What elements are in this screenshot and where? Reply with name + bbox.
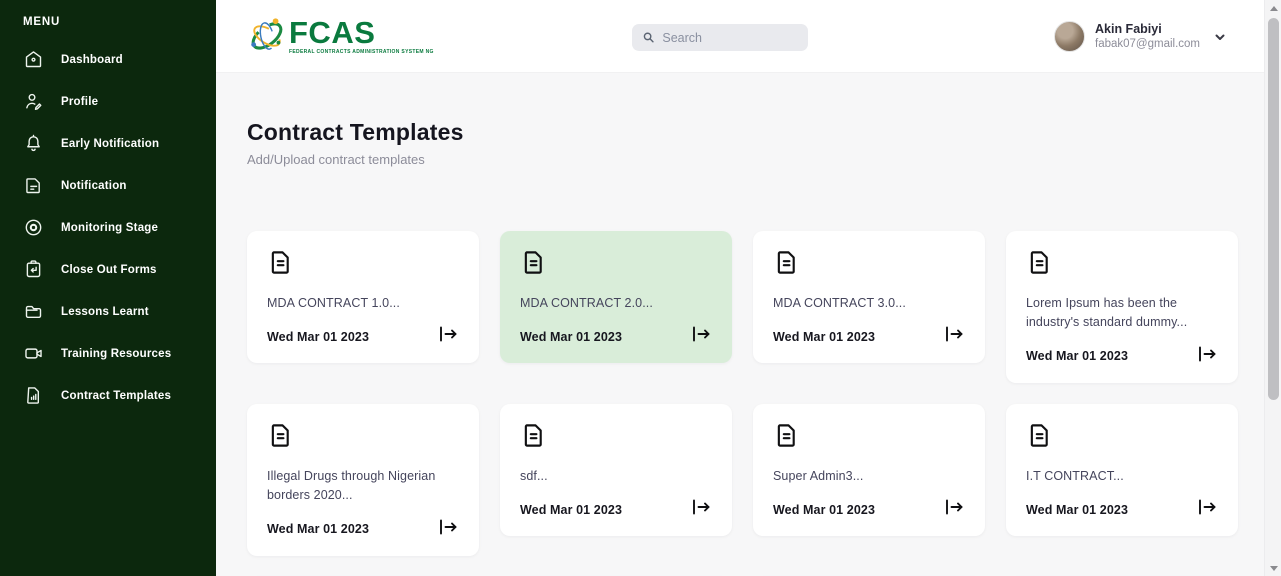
sidebar-item-label: Profile [61, 96, 98, 108]
logo-text: FCAS [289, 17, 434, 48]
card-date: Wed Mar 01 2023 [520, 503, 622, 517]
open-arrow-icon[interactable] [691, 499, 712, 520]
sidebar: MENU Dashboard Profile Early Notificatio… [0, 0, 216, 576]
template-card[interactable]: Super Admin3... Wed Mar 01 2023 [753, 404, 985, 536]
card-date: Wed Mar 01 2023 [1026, 503, 1128, 517]
sidebar-item-notification[interactable]: Notification [23, 175, 206, 196]
avatar[interactable] [1054, 21, 1085, 52]
user-edit-icon [23, 91, 44, 112]
menu-label: MENU [23, 16, 206, 28]
document-icon [267, 263, 294, 280]
sidebar-item-lessons-learnt[interactable]: Lessons Learnt [23, 301, 206, 322]
open-arrow-icon[interactable] [691, 326, 712, 347]
document-icon [520, 436, 547, 453]
template-card[interactable]: Illegal Drugs through Nigerian borders 2… [247, 404, 479, 556]
sidebar-nav: Dashboard Profile Early Notification Not… [23, 49, 206, 406]
template-card[interactable]: sdf... Wed Mar 01 2023 [500, 404, 732, 536]
search-bar[interactable] [632, 24, 808, 51]
sidebar-item-contract-templates[interactable]: Contract Templates [23, 385, 206, 406]
card-date: Wed Mar 01 2023 [773, 330, 875, 344]
sidebar-item-monitoring-stage[interactable]: Monitoring Stage [23, 217, 206, 238]
sidebar-item-label: Close Out Forms [61, 264, 157, 276]
page-subtitle: Add/Upload contract templates [247, 152, 1251, 167]
card-title: sdf... [520, 467, 712, 486]
page-title: Contract Templates [247, 119, 1251, 146]
sidebar-item-label: Notification [61, 180, 127, 192]
open-arrow-icon[interactable] [438, 326, 459, 347]
card-title: Illegal Drugs through Nigerian borders 2… [267, 467, 459, 506]
top-header: FCAS FEDERAL CONTRACTS ADMINISTRATION SY… [216, 0, 1281, 73]
document-icon [773, 263, 800, 280]
card-title: MDA CONTRACT 1.0... [267, 294, 459, 313]
card-title: I.T CONTRACT... [1026, 467, 1218, 486]
chevron-down-icon[interactable] [1214, 30, 1226, 42]
template-card[interactable]: I.T CONTRACT... Wed Mar 01 2023 [1006, 404, 1238, 536]
video-camera-icon [23, 343, 44, 364]
sidebar-item-label: Monitoring Stage [61, 222, 158, 234]
user-name: Akin Fabiyi [1095, 22, 1200, 36]
document-chart-icon [23, 385, 44, 406]
sidebar-item-label: Dashboard [61, 54, 123, 66]
template-card-grid: MDA CONTRACT 1.0... Wed Mar 01 2023 MDA … [247, 231, 1251, 576]
main-area: FCAS FEDERAL CONTRACTS ADMINISTRATION SY… [216, 0, 1281, 576]
vertical-scrollbar[interactable] [1264, 0, 1281, 576]
card-title: Super Admin3... [773, 467, 965, 486]
scroll-up-icon[interactable] [1265, 0, 1281, 16]
search-input[interactable] [662, 31, 797, 45]
open-arrow-icon[interactable] [1197, 499, 1218, 520]
sidebar-item-profile[interactable]: Profile [23, 91, 206, 112]
card-title: Lorem Ipsum has been the industry's stan… [1026, 294, 1218, 333]
clipboard-return-icon [23, 259, 44, 280]
card-date: Wed Mar 01 2023 [520, 330, 622, 344]
open-arrow-icon[interactable] [944, 326, 965, 347]
sidebar-item-label: Training Resources [61, 348, 171, 360]
document-icon [1026, 263, 1053, 280]
search-icon [643, 31, 654, 44]
document-icon [520, 263, 547, 280]
open-arrow-icon[interactable] [1197, 346, 1218, 367]
content-area: Contract Templates Add/Upload contract t… [216, 73, 1281, 576]
sidebar-item-close-out-forms[interactable]: Close Out Forms [23, 259, 206, 280]
card-date: Wed Mar 01 2023 [267, 522, 369, 536]
template-card[interactable]: MDA CONTRACT 2.0... Wed Mar 01 2023 [500, 231, 732, 363]
fcas-logo[interactable]: FCAS FEDERAL CONTRACTS ADMINISTRATION SY… [246, 15, 434, 57]
bell-icon [23, 133, 44, 154]
card-date: Wed Mar 01 2023 [267, 330, 369, 344]
eye-icon [23, 217, 44, 238]
document-icon [773, 436, 800, 453]
folder-icon [23, 301, 44, 322]
sidebar-item-dashboard[interactable]: Dashboard [23, 49, 206, 70]
fcas-orbit-icon [246, 15, 288, 57]
card-title: MDA CONTRACT 3.0... [773, 294, 965, 313]
document-icon [267, 436, 294, 453]
template-card[interactable]: Lorem Ipsum has been the industry's stan… [1006, 231, 1238, 383]
scrollbar-thumb[interactable] [1268, 18, 1279, 400]
sidebar-item-training-resources[interactable]: Training Resources [23, 343, 206, 364]
note-icon [23, 175, 44, 196]
sidebar-item-early-notification[interactable]: Early Notification [23, 133, 206, 154]
template-card[interactable]: MDA CONTRACT 3.0... Wed Mar 01 2023 [753, 231, 985, 363]
open-arrow-icon[interactable] [438, 519, 459, 540]
open-arrow-icon[interactable] [944, 499, 965, 520]
sidebar-item-label: Early Notification [61, 138, 159, 150]
sidebar-item-label: Lessons Learnt [61, 306, 149, 318]
document-icon [1026, 436, 1053, 453]
sidebar-item-label: Contract Templates [61, 390, 171, 402]
template-card[interactable]: MDA CONTRACT 1.0... Wed Mar 01 2023 [247, 231, 479, 363]
home-icon [23, 49, 44, 70]
card-date: Wed Mar 01 2023 [1026, 349, 1128, 363]
user-email: fabak07@gmail.com [1095, 38, 1200, 50]
card-date: Wed Mar 01 2023 [773, 503, 875, 517]
scroll-down-icon[interactable] [1265, 560, 1281, 576]
user-menu[interactable]: Akin Fabiyi fabak07@gmail.com [1054, 21, 1226, 52]
card-title: MDA CONTRACT 2.0... [520, 294, 712, 313]
logo-tagline: FEDERAL CONTRACTS ADMINISTRATION SYSTEM … [289, 50, 434, 55]
